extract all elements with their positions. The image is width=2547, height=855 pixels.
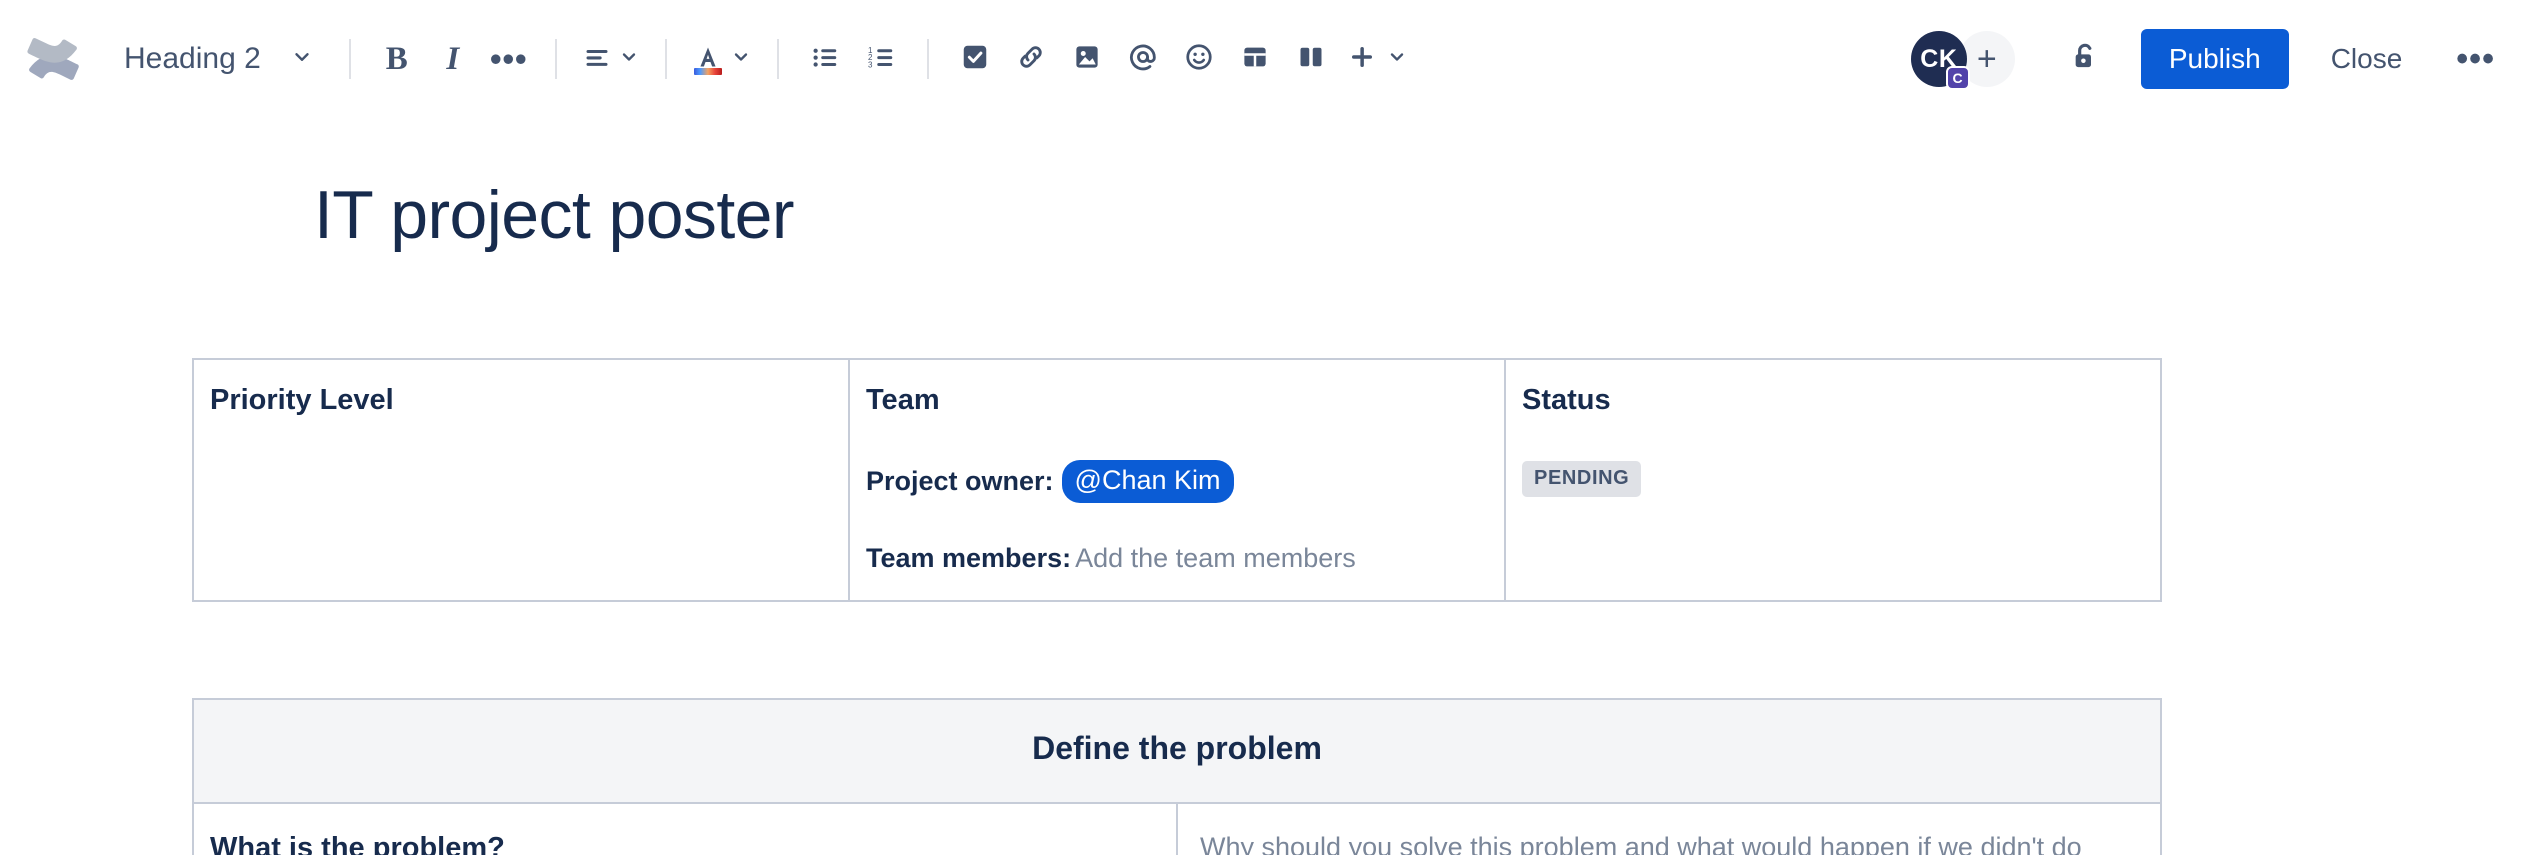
link-button[interactable] xyxy=(1003,31,1059,87)
project-owner-line: Project owner: @Chan Kim xyxy=(866,460,1488,503)
close-button[interactable]: Close xyxy=(2309,29,2425,89)
italic-button[interactable]: I xyxy=(425,31,481,87)
bullet-list-button[interactable] xyxy=(797,31,853,87)
answer-placeholder-cell[interactable]: Why should you solve this problem and wh… xyxy=(1177,803,2161,855)
mention-icon xyxy=(1127,41,1159,78)
chevron-down-icon xyxy=(291,42,313,76)
svg-text:3: 3 xyxy=(868,60,873,69)
confluence-logo[interactable] xyxy=(22,28,84,90)
team-members-placeholder[interactable]: Add the team members xyxy=(1075,539,1356,578)
toolbar-divider xyxy=(777,39,779,79)
plus-icon: + xyxy=(1977,40,1997,79)
table-icon xyxy=(1240,42,1270,77)
table-cell-priority[interactable]: Priority Level xyxy=(193,359,849,601)
team-members-line: Team members: Add the team members xyxy=(866,539,1488,578)
overview-table: Priority Level Team Project owner: @Chan… xyxy=(192,358,2162,602)
table-cell-team[interactable]: Team Project owner: @Chan Kim Team membe… xyxy=(849,359,1505,601)
table-row: Priority Level Team Project owner: @Chan… xyxy=(193,359,2161,601)
image-icon xyxy=(1072,42,1102,77)
editor-toolbar: Heading 2 B I ••• xyxy=(0,0,2547,118)
task-list-button[interactable] xyxy=(947,31,1003,87)
layout-button[interactable] xyxy=(1283,31,1339,87)
page-restrictions-button[interactable] xyxy=(2055,29,2115,89)
table-cell-status[interactable]: Status PENDING xyxy=(1505,359,2161,601)
link-icon xyxy=(1016,42,1046,77)
cell-heading-status: Status xyxy=(1522,382,2144,420)
mention-chip-chan-kim[interactable]: @Chan Kim xyxy=(1062,460,1234,503)
insert-more-button[interactable] xyxy=(1339,31,1415,87)
page-title[interactable]: IT project poster xyxy=(314,176,2427,254)
table-row: What is the problem? Why should you solv… xyxy=(193,803,2161,855)
chevron-down-icon xyxy=(1387,47,1407,72)
section-header-define-the-problem[interactable]: Define the problem xyxy=(193,699,2161,803)
document-body: IT project poster Priority Level Team Pr… xyxy=(0,176,2547,855)
text-align-button[interactable] xyxy=(575,31,647,87)
bold-icon: B xyxy=(386,41,408,78)
unlock-icon xyxy=(2069,41,2101,78)
italic-icon: I xyxy=(446,41,459,78)
table-row: Define the problem xyxy=(193,699,2161,803)
bold-button[interactable]: B xyxy=(369,31,425,87)
text-color-icon xyxy=(693,44,723,75)
status-badge[interactable]: PENDING xyxy=(1522,461,1641,497)
more-formatting-button[interactable]: ••• xyxy=(481,31,537,87)
block-style-label: Heading 2 xyxy=(124,42,261,76)
numbered-list-button[interactable]: 1 2 3 xyxy=(853,31,909,87)
emoji-icon xyxy=(1184,42,1214,77)
numbered-list-icon: 1 2 3 xyxy=(866,42,896,77)
block-style-dropdown[interactable]: Heading 2 xyxy=(98,30,331,88)
toolbar-right-actions: CK C + Publish Close ••• xyxy=(1911,29,2509,89)
more-formatting-icon: ••• xyxy=(490,51,528,68)
toolbar-divider xyxy=(927,39,929,79)
insert-plus-icon xyxy=(1347,42,1377,77)
task-checkbox-icon xyxy=(960,42,990,77)
chevron-down-icon xyxy=(619,47,639,72)
project-owner-label: Project owner: xyxy=(866,462,1054,501)
avatar[interactable]: CK C xyxy=(1911,31,1967,87)
toolbar-divider xyxy=(349,39,351,79)
confluence-product-badge: C xyxy=(1946,66,1970,90)
emoji-button[interactable] xyxy=(1171,31,1227,87)
mention-button[interactable] xyxy=(1115,31,1171,87)
text-color-button[interactable] xyxy=(685,31,759,87)
define-problem-table: Define the problem What is the problem? … xyxy=(192,698,2162,855)
cell-heading-priority-level: Priority Level xyxy=(210,382,832,420)
page-more-actions-button[interactable]: ••• xyxy=(2442,29,2509,89)
cell-heading-team: Team xyxy=(866,382,1488,420)
question-cell[interactable]: What is the problem? xyxy=(193,803,1177,855)
team-members-label: Team members: xyxy=(866,539,1071,578)
toolbar-divider xyxy=(665,39,667,79)
insert-table-button[interactable] xyxy=(1227,31,1283,87)
image-button[interactable] xyxy=(1059,31,1115,87)
two-column-layout-icon xyxy=(1296,42,1326,77)
publish-button[interactable]: Publish xyxy=(2141,29,2289,89)
collaborator-avatars: CK C + xyxy=(1911,31,2015,87)
bullet-list-icon xyxy=(810,42,840,77)
text-align-icon xyxy=(583,43,611,76)
toolbar-divider xyxy=(555,39,557,79)
chevron-down-icon xyxy=(731,47,751,72)
